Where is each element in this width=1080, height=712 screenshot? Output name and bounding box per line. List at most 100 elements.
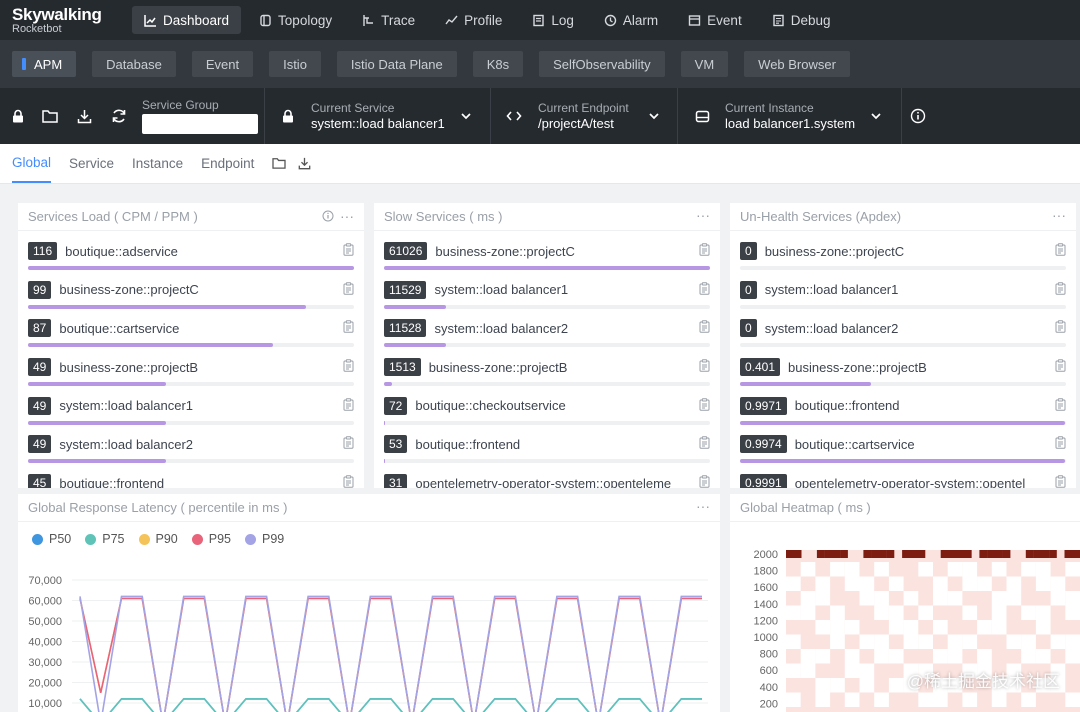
download-button[interactable]: [67, 88, 102, 144]
heatmap-cell: [815, 678, 831, 693]
list-item[interactable]: 49 system::load balancer1: [18, 394, 364, 433]
open-folder-button[interactable]: [32, 88, 67, 144]
copy-button[interactable]: [343, 359, 354, 375]
heatmap-cell: [874, 605, 889, 620]
list-item[interactable]: 11529 system::load balancer1: [374, 278, 720, 317]
info-button[interactable]: [900, 88, 935, 144]
import-button[interactable]: [272, 143, 287, 183]
nav-alarm[interactable]: Alarm: [592, 6, 670, 34]
copy-button[interactable]: [343, 243, 354, 259]
layer-istio[interactable]: Istio: [269, 51, 321, 77]
list-item[interactable]: 72 boutique::checkoutservice: [374, 394, 720, 433]
copy-button[interactable]: [343, 475, 354, 488]
service-group-input[interactable]: [142, 114, 258, 134]
current-endpoint-select[interactable]: Current Endpoint /projectA/test: [498, 88, 678, 144]
export-button[interactable]: [298, 143, 311, 183]
nav-log[interactable]: Log: [520, 6, 586, 34]
clipboard-icon: [699, 320, 710, 334]
list-item[interactable]: 49 system::load balancer2: [18, 432, 364, 471]
info-icon[interactable]: [322, 210, 334, 222]
refresh-button[interactable]: [101, 88, 136, 144]
progress-track: [28, 266, 354, 270]
list-item[interactable]: 0 business-zone::projectC: [730, 239, 1076, 278]
copy-button[interactable]: [699, 359, 710, 375]
copy-button[interactable]: [343, 281, 354, 298]
layer-database[interactable]: Database: [92, 51, 176, 77]
copy-button[interactable]: [1055, 243, 1066, 259]
y-tick-label: 1000: [754, 632, 778, 644]
tab-service[interactable]: Service: [69, 143, 114, 183]
tab-endpoint[interactable]: Endpoint: [201, 143, 254, 183]
chevron-down-icon: [649, 113, 659, 120]
copy-button[interactable]: [343, 398, 354, 414]
copy-button[interactable]: [1055, 281, 1066, 298]
list-item[interactable]: 31 opentelemetry-operator-system::opentel…: [374, 471, 720, 488]
layer-apm[interactable]: APM: [12, 51, 77, 77]
nav-trace[interactable]: Trace: [350, 6, 427, 34]
service-group-label: Service Group: [142, 98, 219, 112]
list-item[interactable]: 53 boutique::frontend: [374, 432, 720, 471]
list-item[interactable]: 1513 business-zone::projectB: [374, 355, 720, 394]
copy-button[interactable]: [699, 320, 710, 336]
layer-selfobservability[interactable]: SelfObservability: [539, 51, 665, 77]
list-item[interactable]: 0 system::load balancer1: [730, 278, 1076, 317]
copy-button[interactable]: [699, 398, 710, 414]
more-icon[interactable]: ···: [1052, 208, 1066, 222]
copy-button[interactable]: [1055, 320, 1066, 336]
clipboard-icon: [1055, 475, 1066, 488]
copy-button[interactable]: [699, 243, 710, 259]
copy-button[interactable]: [1055, 359, 1066, 375]
layer-k8s[interactable]: K8s: [472, 51, 524, 77]
list-item[interactable]: 99 business-zone::projectC: [18, 278, 364, 317]
lock-button[interactable]: [0, 88, 35, 144]
copy-button[interactable]: [699, 281, 710, 298]
top-navigation: Skywalking Rocketbot Dashboard Topology …: [0, 0, 1080, 40]
copy-button[interactable]: [1055, 475, 1066, 488]
heatmap-cell: [786, 663, 801, 678]
heatmap-cell: [874, 562, 889, 577]
list-item[interactable]: 116 boutique::adservice: [18, 239, 364, 278]
list-item[interactable]: 0.9974 boutique::cartservice: [730, 432, 1076, 471]
list-item[interactable]: 61026 business-zone::projectC: [374, 239, 720, 278]
tab-global[interactable]: Global: [12, 143, 52, 183]
more-icon[interactable]: ···: [696, 208, 710, 222]
list-item[interactable]: 49 business-zone::projectB: [18, 355, 364, 394]
brand-logo[interactable]: Skywalking Rocketbot: [0, 6, 132, 35]
layer-istio-data-plane[interactable]: Istio Data Plane: [336, 51, 457, 77]
latency-chart-widget: Global Response Latency ( percentile in …: [18, 494, 720, 712]
layer-event[interactable]: Event: [191, 51, 254, 77]
copy-button[interactable]: [1055, 398, 1066, 414]
layer-vm[interactable]: VM: [680, 51, 729, 77]
heatmap-cell: [786, 634, 801, 649]
more-icon[interactable]: ···: [340, 209, 354, 223]
value-badge: 11528: [384, 319, 427, 338]
list-item[interactable]: 0 system::load balancer2: [730, 316, 1076, 355]
list-item[interactable]: 87 boutique::cartservice: [18, 316, 364, 355]
nav-debug[interactable]: Debug: [760, 6, 843, 34]
list-item[interactable]: 0.9991 opentelemetry-operator-system::ope…: [730, 471, 1076, 488]
list-item[interactable]: 0.401 business-zone::projectB: [730, 355, 1076, 394]
tab-instance[interactable]: Instance: [132, 143, 183, 183]
layer-web-browser[interactable]: Web Browser: [744, 51, 850, 77]
current-service-select[interactable]: Current Service system::load balancer1: [272, 88, 490, 144]
list-item[interactable]: 0.9971 boutique::frontend: [730, 394, 1076, 433]
copy-button[interactable]: [1055, 436, 1066, 452]
nav-event[interactable]: Event: [676, 6, 754, 34]
list-item[interactable]: 45 boutique::frontend: [18, 471, 364, 488]
copy-button[interactable]: [699, 436, 710, 452]
list-item[interactable]: 11528 system::load balancer2: [374, 316, 720, 355]
heatmap-cell-top: [816, 550, 825, 558]
service-name: business-zone::projectC: [59, 282, 199, 298]
heatmap-cell: [830, 620, 845, 635]
nav-topology-label: Topology: [278, 12, 333, 28]
copy-button[interactable]: [343, 436, 354, 452]
value-badge: 87: [28, 319, 52, 338]
heatmap-cell-top: [871, 550, 880, 558]
nav-topology[interactable]: Topology: [247, 6, 344, 34]
current-instance-select[interactable]: Current Instance load balancer1.system: [686, 88, 900, 144]
copy-button[interactable]: [343, 320, 354, 336]
nav-profile[interactable]: Profile: [433, 6, 514, 34]
copy-button[interactable]: [699, 475, 710, 488]
service-name: opentelemetry-operator-system::opentelem…: [415, 475, 672, 488]
nav-dashboard[interactable]: Dashboard: [132, 6, 242, 34]
